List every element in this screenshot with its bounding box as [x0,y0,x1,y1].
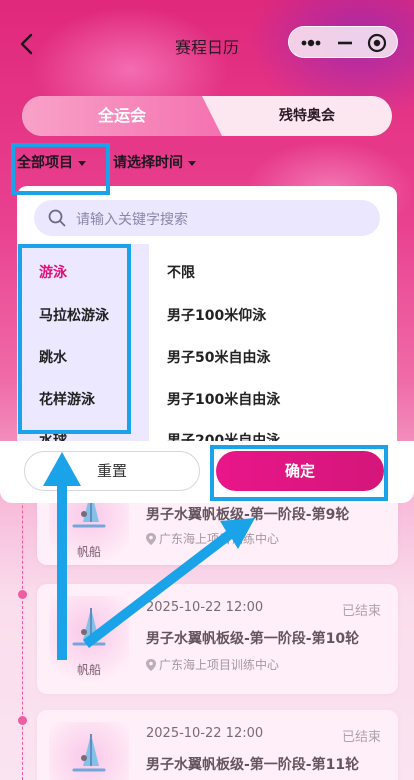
event-option[interactable]: 男子100米自由泳 [167,389,280,409]
search-placeholder: 请输入关键字搜索 [76,212,188,228]
time-filter-dropdown[interactable]: 请选择时间 [113,150,196,176]
search-icon [48,209,66,227]
confirm-button[interactable]: 确定 [216,451,384,491]
minimize-icon [338,41,352,45]
event-option[interactable]: 男子50米自由泳 [167,347,270,367]
reset-button[interactable]: 重置 [24,451,200,491]
more-menu-button[interactable] [293,27,329,59]
caret-down-icon [188,160,196,166]
event-option[interactable]: 男子200米自由泳 [167,430,280,441]
event-option-any[interactable]: 不限 [167,262,195,282]
more-dots-icon [301,39,321,47]
tab-paralympic-games[interactable]: 残特奥会 [222,96,392,136]
search-input[interactable]: 请输入关键字搜索 [34,200,380,236]
caret-down-icon [78,160,86,166]
category-item-marathon-swimming[interactable]: 马拉松游泳 [39,305,109,325]
title-bar: 赛程日历 [0,22,414,66]
mini-program-capsule [288,26,398,58]
tab-label: 全运会 [97,106,146,125]
filter-actions: 重置 确定 [0,441,414,503]
games-tabs: 全运会 残特奥会 [22,96,392,136]
close-target-icon [367,33,387,53]
category-item-water-polo[interactable]: 水球 [39,430,67,441]
category-item-artistic-swimming[interactable]: 花样游泳 [39,389,95,409]
close-button[interactable] [361,27,397,59]
minimize-button[interactable] [327,27,363,59]
event-option[interactable]: 男子100米仰泳 [167,305,266,325]
project-filter-dropdown[interactable]: 全部项目 [17,150,86,176]
category-item-swimming[interactable]: 游泳 [39,262,67,282]
category-item-diving[interactable]: 跳水 [39,347,67,367]
category-list [17,244,149,441]
time-filter-label: 请选择时间 [113,155,183,171]
project-filter-panel: 请输入关键字搜索 游泳 马拉松游泳 跳水 花样游泳 水球 不限 男子100米仰泳… [17,186,397,441]
project-filter-label: 全部项目 [17,155,73,171]
tab-national-games[interactable]: 全运会 [22,96,222,136]
